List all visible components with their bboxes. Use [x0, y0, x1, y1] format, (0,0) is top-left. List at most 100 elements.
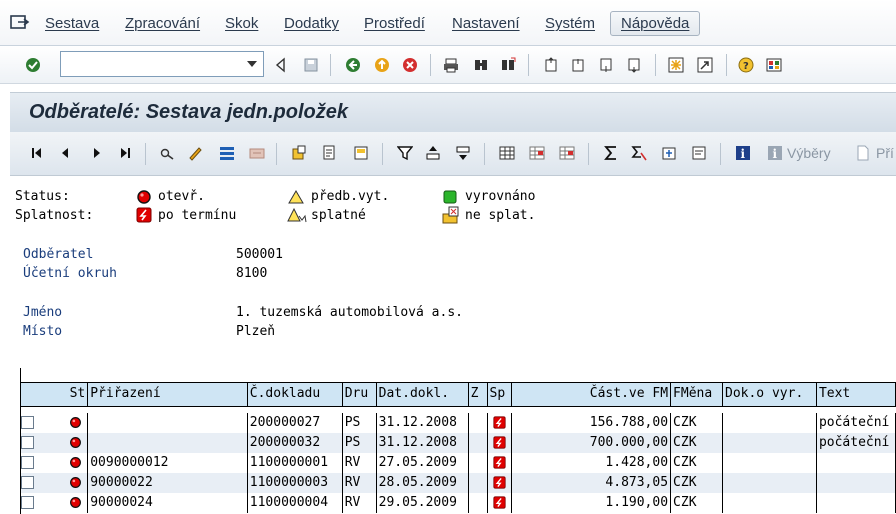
due-cell: [487, 433, 512, 453]
deselect-icon[interactable]: [246, 142, 268, 164]
col-amount[interactable]: Část.ve FM: [511, 382, 672, 407]
print-button[interactable]: Pří: [876, 145, 894, 161]
doc-number-cell[interactable]: 200000027: [247, 413, 343, 433]
red-light-icon: [70, 477, 81, 488]
sort-ascending-icon[interactable]: [422, 142, 444, 164]
collapse-icon[interactable]: [270, 54, 292, 76]
selections-icon[interactable]: i: [764, 142, 786, 164]
due-cell: [487, 453, 512, 473]
display-item-icon[interactable]: [156, 142, 178, 164]
menu-prostredi[interactable]: Prostředí: [364, 15, 425, 32]
red-light-icon: [70, 457, 81, 468]
due-bell-icon: [287, 207, 307, 223]
table-row[interactable]: 200000027 PS 31.12.2008 156.788,00 CZK p…: [21, 413, 896, 433]
sap-menu-icon[interactable]: [10, 14, 30, 30]
cancel-icon[interactable]: [399, 54, 421, 76]
doc-date-cell: 28.05.2009: [376, 473, 469, 493]
total-icon[interactable]: [600, 142, 622, 164]
prev-page-icon[interactable]: [567, 54, 589, 76]
menu-system[interactable]: Systém: [545, 15, 595, 32]
find-icon[interactable]: [470, 54, 492, 76]
info-icon[interactable]: i: [732, 142, 754, 164]
previous-item-icon[interactable]: [54, 142, 76, 164]
change-item-icon[interactable]: [184, 142, 206, 164]
title-bar: Odběratelé: Sestava jedn.položek: [10, 92, 896, 132]
document-icon[interactable]: [288, 142, 310, 164]
command-field[interactable]: [60, 51, 264, 77]
next-page-icon[interactable]: [595, 54, 617, 76]
save-layout-icon[interactable]: [556, 142, 578, 164]
table-row[interactable]: 90000022 1100000003 RV 28.05.2009 4.873,…: [21, 473, 896, 493]
new-session-icon[interactable]: [665, 54, 687, 76]
layout-icon[interactable]: [763, 54, 785, 76]
doc-number-cell[interactable]: 1100000003: [247, 473, 343, 493]
exit-icon[interactable]: [371, 54, 393, 76]
send-icon[interactable]: [688, 142, 710, 164]
overdue-icon: [492, 476, 506, 489]
svg-text:?: ?: [743, 61, 749, 72]
menu-sestava[interactable]: Sestava: [45, 15, 99, 32]
menu-skok[interactable]: Skok: [225, 15, 258, 32]
doc-number-cell[interactable]: 1100000001: [247, 453, 343, 473]
filter-icon[interactable]: [394, 142, 416, 164]
col-currency[interactable]: FMěna: [670, 382, 723, 407]
col-doc-type[interactable]: Dru: [342, 382, 377, 407]
sort-descending-icon[interactable]: [452, 142, 474, 164]
row-status-cell: [21, 453, 89, 473]
col-assignment[interactable]: Přiřazení: [87, 382, 248, 407]
enter-icon[interactable]: [22, 54, 44, 76]
col-doc-date[interactable]: Dat.dokl.: [376, 382, 469, 407]
doc-number-cell[interactable]: 200000032: [247, 433, 343, 453]
row-select-checkbox[interactable]: [21, 436, 34, 449]
col-z[interactable]: Z: [468, 382, 488, 407]
chevron-down-icon[interactable]: [247, 61, 257, 67]
row-status-cell: [21, 433, 89, 453]
col-sp[interactable]: Sp: [487, 382, 512, 407]
notes-icon[interactable]: [350, 142, 372, 164]
page-icon[interactable]: [852, 142, 874, 164]
row-select-checkbox[interactable]: [21, 456, 34, 469]
layout-grid-icon[interactable]: [496, 142, 518, 164]
first-item-icon[interactable]: [26, 142, 48, 164]
col-text[interactable]: Text: [816, 382, 896, 407]
print-icon[interactable]: [440, 54, 462, 76]
table-row[interactable]: 90000024 1100000004 RV 29.05.2009 1.190,…: [21, 493, 896, 513]
col-clearing-doc[interactable]: Dok.o vyr.: [722, 382, 817, 407]
table-row[interactable]: 200000032 PS 31.12.2008 700.000,00 CZK p…: [21, 433, 896, 453]
select-all-icon[interactable]: [216, 142, 238, 164]
doc-number-cell[interactable]: 1100000004: [247, 493, 343, 513]
save-icon[interactable]: [300, 54, 322, 76]
col-st[interactable]: St: [21, 382, 89, 407]
back-icon[interactable]: [342, 54, 364, 76]
text-cell: počáteční: [816, 433, 896, 453]
row-select-checkbox[interactable]: [21, 496, 34, 509]
text-cell: [816, 453, 896, 473]
first-page-icon[interactable]: [540, 54, 562, 76]
menu-zpracovani[interactable]: Zpracování: [125, 15, 200, 32]
standard-toolbar: ?: [0, 46, 896, 84]
z-cell: [468, 493, 488, 513]
edit-document-icon[interactable]: [318, 142, 340, 164]
next-item-icon[interactable]: [86, 142, 108, 164]
choose-layout-icon[interactable]: [526, 142, 548, 164]
subtotal-icon[interactable]: [628, 142, 650, 164]
menu-napoveda[interactable]: Nápověda: [610, 11, 701, 36]
col-doc-number[interactable]: Č.dokladu: [247, 382, 343, 407]
last-item-icon[interactable]: [114, 142, 136, 164]
company-code-value: 8100: [236, 266, 268, 281]
shortcut-icon[interactable]: [694, 54, 716, 76]
amount-cell: 700.000,00: [511, 433, 672, 453]
find-next-icon[interactable]: [497, 54, 519, 76]
row-select-checkbox[interactable]: [21, 476, 34, 489]
red-light-icon: [70, 437, 81, 448]
export-icon[interactable]: [658, 142, 680, 164]
z-cell: [468, 433, 488, 453]
status-label: Status:: [15, 189, 70, 204]
help-icon[interactable]: ?: [735, 54, 757, 76]
selections-button[interactable]: Výběry: [787, 145, 831, 161]
menu-nastaveni[interactable]: Nastavení: [452, 15, 520, 32]
row-select-checkbox[interactable]: [21, 416, 34, 429]
table-row[interactable]: 0090000012 1100000001 RV 27.05.2009 1.42…: [21, 453, 896, 473]
last-page-icon[interactable]: [623, 54, 645, 76]
menu-dodatky[interactable]: Dodatky: [284, 15, 339, 32]
